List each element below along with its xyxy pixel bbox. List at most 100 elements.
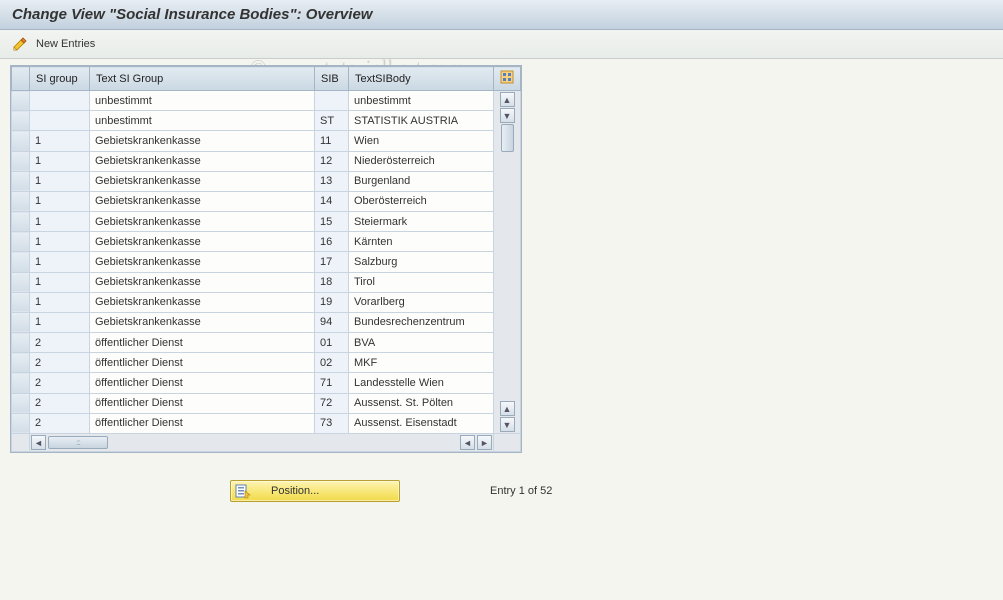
cell-sib[interactable]: 15 xyxy=(315,212,349,232)
table-row[interactable]: 1Gebietskrankenkasse19Vorarlberg xyxy=(12,292,521,312)
hscroll-right-button[interactable]: ► xyxy=(477,435,492,450)
cell-sib[interactable]: 01 xyxy=(315,333,349,353)
cell-text-si-body: MKF xyxy=(349,353,494,373)
cell-si-group[interactable]: 1 xyxy=(30,191,90,211)
row-selector[interactable] xyxy=(12,312,30,332)
table-row[interactable]: 2öffentlicher Dienst73Aussenst. Eisensta… xyxy=(12,413,521,433)
cell-sib[interactable]: 17 xyxy=(315,252,349,272)
cell-si-group[interactable] xyxy=(30,111,90,131)
cell-si-group[interactable]: 1 xyxy=(30,171,90,191)
cell-text-si-group: Gebietskrankenkasse xyxy=(90,272,315,292)
row-selector[interactable] xyxy=(12,111,30,131)
footer-row: Position... Entry 1 of 52 xyxy=(10,480,993,502)
table-row[interactable]: unbestimmtSTSTATISTIK AUSTRIA xyxy=(12,111,521,131)
cell-sib[interactable]: 19 xyxy=(315,292,349,312)
cell-sib[interactable]: 13 xyxy=(315,171,349,191)
table-config-button[interactable] xyxy=(494,67,521,91)
position-button[interactable]: Position... xyxy=(230,480,400,502)
row-selector[interactable] xyxy=(12,333,30,353)
row-selector[interactable] xyxy=(12,151,30,171)
cell-text-si-group: unbestimmt xyxy=(90,111,315,131)
cell-si-group[interactable]: 2 xyxy=(30,373,90,393)
cell-sib[interactable]: 71 xyxy=(315,373,349,393)
hscroll-left-button[interactable]: ◄ xyxy=(31,435,46,450)
cell-sib[interactable]: 73 xyxy=(315,413,349,433)
table-row[interactable]: 1Gebietskrankenkasse13Burgenland xyxy=(12,171,521,191)
table-row[interactable]: 2öffentlicher Dienst01BVA xyxy=(12,333,521,353)
vscroll-thumb[interactable] xyxy=(501,124,514,152)
table-row[interactable]: unbestimmtunbestimmt▲▼▲▼ xyxy=(12,91,521,111)
cell-text-si-body: Tirol xyxy=(349,272,494,292)
table-row[interactable]: 1Gebietskrankenkasse12Niederösterreich xyxy=(12,151,521,171)
row-selector[interactable] xyxy=(12,413,30,433)
cell-si-group[interactable]: 1 xyxy=(30,252,90,272)
horizontal-scrollbar[interactable]: ◄ ::: ◄ ► xyxy=(30,434,493,451)
cell-sib[interactable]: 94 xyxy=(315,312,349,332)
new-entries-button[interactable]: New Entries xyxy=(36,38,95,50)
table-row[interactable]: 1Gebietskrankenkasse11Wien xyxy=(12,131,521,151)
table-row[interactable]: 1Gebietskrankenkasse15Steiermark xyxy=(12,212,521,232)
table-row[interactable]: 1Gebietskrankenkasse16Kärnten xyxy=(12,232,521,252)
table-row[interactable]: 2öffentlicher Dienst71Landesstelle Wien xyxy=(12,373,521,393)
cell-si-group[interactable]: 2 xyxy=(30,333,90,353)
cell-text-si-body: STATISTIK AUSTRIA xyxy=(349,111,494,131)
row-selector[interactable] xyxy=(12,353,30,373)
row-selector[interactable] xyxy=(12,91,30,111)
table-row[interactable]: 2öffentlicher Dienst72Aussenst. St. Pölt… xyxy=(12,393,521,413)
cell-text-si-group: Gebietskrankenkasse xyxy=(90,191,315,211)
table-row[interactable]: 1Gebietskrankenkasse18Tirol xyxy=(12,272,521,292)
row-selector[interactable] xyxy=(12,171,30,191)
cell-si-group[interactable]: 2 xyxy=(30,413,90,433)
row-selector[interactable] xyxy=(12,191,30,211)
cell-si-group[interactable] xyxy=(30,91,90,111)
cell-sib[interactable]: 12 xyxy=(315,151,349,171)
cell-si-group[interactable]: 2 xyxy=(30,353,90,373)
col-text-si-group[interactable]: Text SI Group xyxy=(90,67,315,91)
vscroll-up-button[interactable]: ▲ xyxy=(500,92,515,107)
cell-si-group[interactable]: 1 xyxy=(30,292,90,312)
row-selector[interactable] xyxy=(12,131,30,151)
row-selector[interactable] xyxy=(12,292,30,312)
row-selector[interactable] xyxy=(12,232,30,252)
cell-text-si-group: Gebietskrankenkasse xyxy=(90,151,315,171)
page-title: Change View "Social Insurance Bodies": O… xyxy=(12,6,372,23)
cell-si-group[interactable]: 1 xyxy=(30,212,90,232)
row-selector[interactable] xyxy=(12,272,30,292)
table-row[interactable]: 1Gebietskrankenkasse94Bundesrechenzentru… xyxy=(12,312,521,332)
cell-text-si-body: Aussenst. St. Pölten xyxy=(349,393,494,413)
col-si-group[interactable]: SI group xyxy=(30,67,90,91)
col-sib[interactable]: SIB xyxy=(315,67,349,91)
cell-sib[interactable]: 14 xyxy=(315,191,349,211)
entry-counter: Entry 1 of 52 xyxy=(490,485,552,497)
cell-text-si-body: unbestimmt xyxy=(349,91,494,111)
vscroll-down-button[interactable]: ▼ xyxy=(500,417,515,432)
table-row[interactable]: 1Gebietskrankenkasse17Salzburg xyxy=(12,252,521,272)
row-selector[interactable] xyxy=(12,212,30,232)
cell-si-group[interactable]: 1 xyxy=(30,232,90,252)
cell-sib[interactable]: 02 xyxy=(315,353,349,373)
vscroll-page-up[interactable]: ▼ xyxy=(500,108,515,123)
cell-si-group[interactable]: 1 xyxy=(30,131,90,151)
pencil-icon[interactable] xyxy=(12,36,28,52)
hscroll-right-start[interactable]: ◄ xyxy=(460,435,475,450)
vscroll-page-down[interactable]: ▲ xyxy=(500,401,515,416)
hscroll-thumb[interactable]: ::: xyxy=(48,436,108,449)
select-all-header[interactable] xyxy=(12,67,30,91)
table-row[interactable]: 2öffentlicher Dienst02MKF xyxy=(12,353,521,373)
table-row[interactable]: 1Gebietskrankenkasse14Oberösterreich xyxy=(12,191,521,211)
cell-text-si-group: Gebietskrankenkasse xyxy=(90,212,315,232)
cell-sib[interactable]: 16 xyxy=(315,232,349,252)
cell-si-group[interactable]: 1 xyxy=(30,151,90,171)
row-selector[interactable] xyxy=(12,393,30,413)
row-selector[interactable] xyxy=(12,252,30,272)
row-selector[interactable] xyxy=(12,373,30,393)
cell-si-group[interactable]: 1 xyxy=(30,312,90,332)
cell-si-group[interactable]: 1 xyxy=(30,272,90,292)
cell-sib[interactable]: 72 xyxy=(315,393,349,413)
cell-sib[interactable] xyxy=(315,91,349,111)
cell-sib[interactable]: ST xyxy=(315,111,349,131)
cell-si-group[interactable]: 2 xyxy=(30,393,90,413)
cell-sib[interactable]: 11 xyxy=(315,131,349,151)
col-text-si-body[interactable]: TextSIBody xyxy=(349,67,494,91)
cell-sib[interactable]: 18 xyxy=(315,272,349,292)
